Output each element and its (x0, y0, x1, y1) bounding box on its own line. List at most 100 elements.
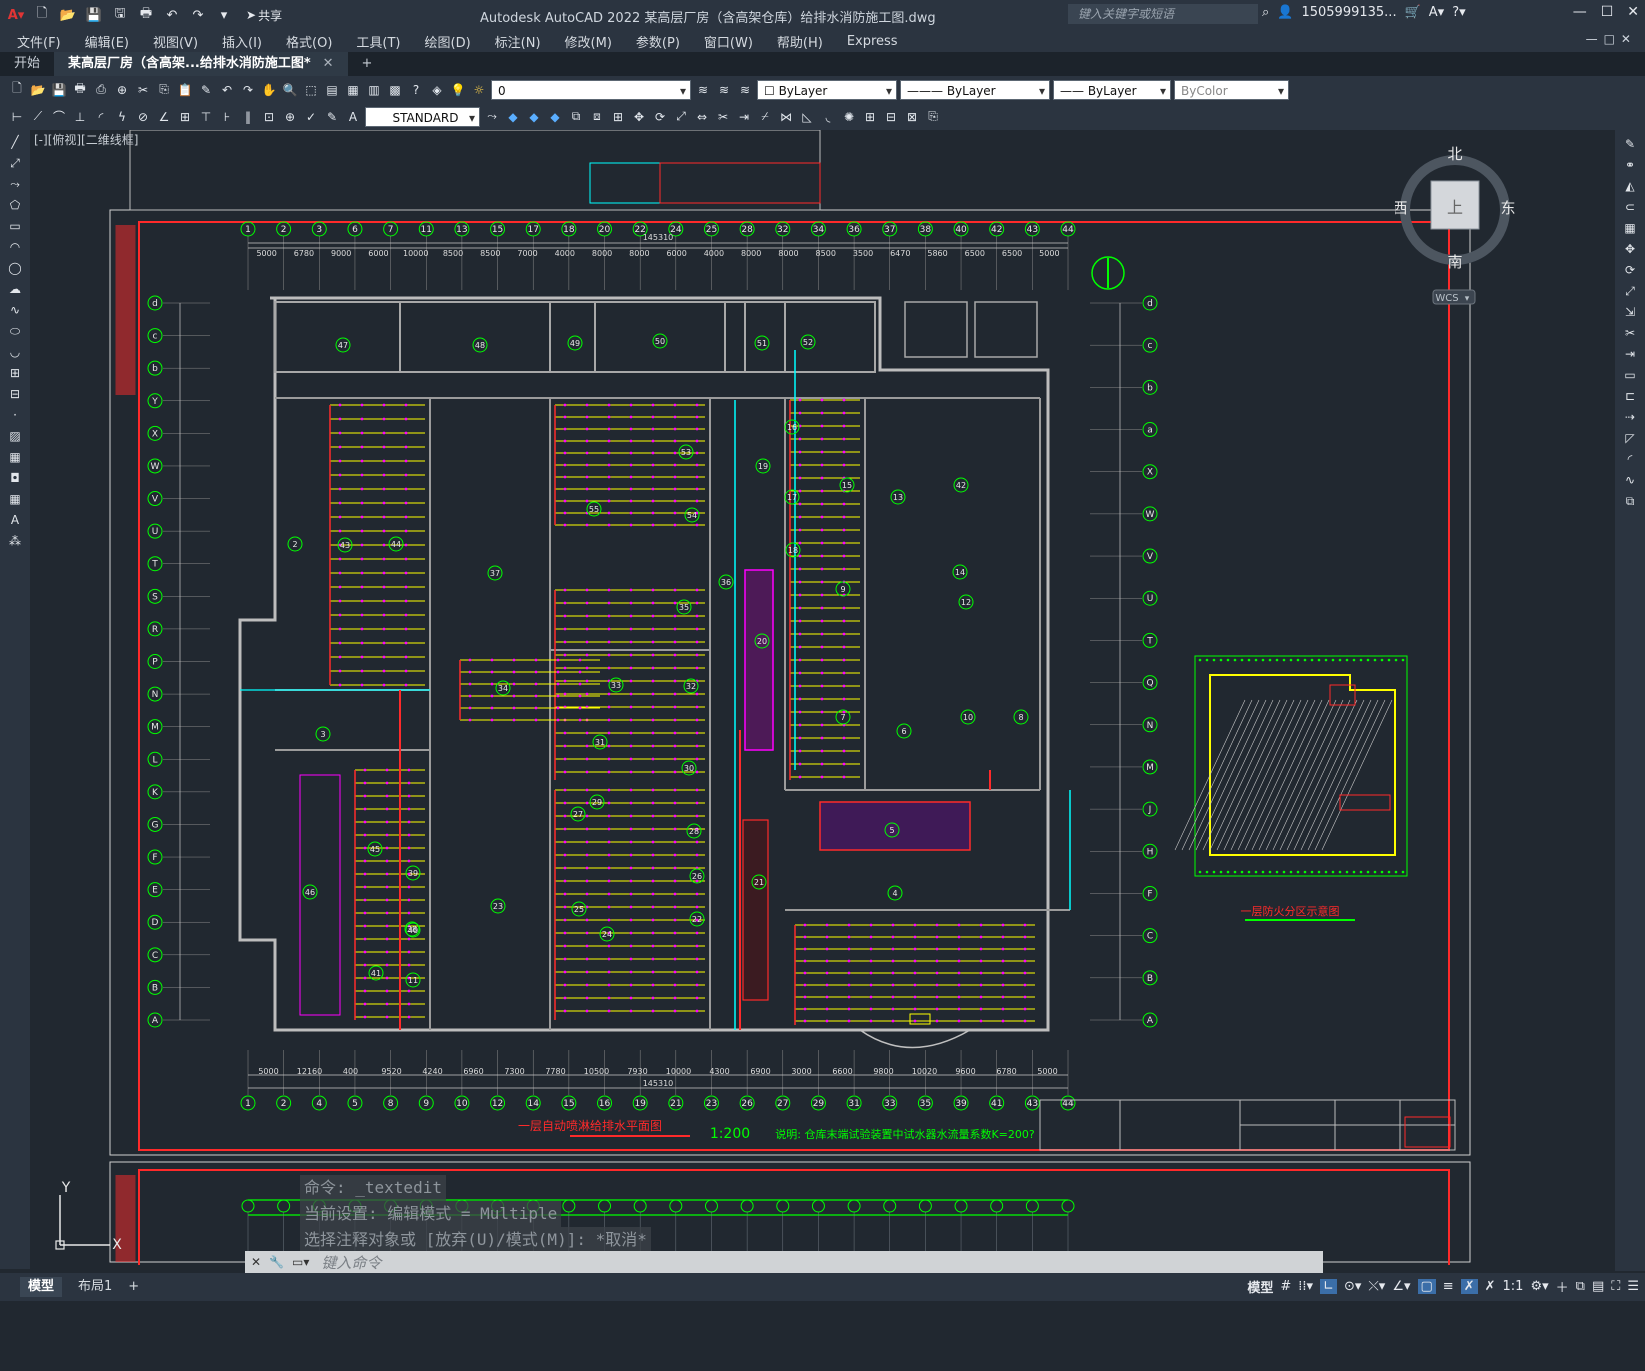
spline-icon[interactable]: ∿ (6, 302, 24, 318)
menu-item-11[interactable]: 帮助(H) (777, 32, 823, 51)
ellipse-icon[interactable]: ⬭ (6, 323, 24, 339)
menu-item-2[interactable]: 视图(V) (153, 32, 198, 51)
command-line[interactable]: ✕ 🔧 ▭▾ 键入命令 (245, 1251, 1323, 1273)
print-icon[interactable]: 🖶 (71, 81, 89, 99)
properties-icon[interactable]: ▤ (323, 81, 341, 99)
dim-jogged-icon[interactable]: ϟ (113, 108, 131, 126)
design-center-icon[interactable]: ▦ (344, 81, 362, 99)
layer-tool-1-icon[interactable]: ≋ (694, 81, 712, 99)
copy-object-icon[interactable]: ⚭ (1621, 157, 1639, 173)
insert-block-icon[interactable]: ⊞ (6, 365, 24, 381)
autodesk-app-icon[interactable]: A▾ (1429, 5, 1444, 20)
polygon-icon[interactable]: ⬠ (6, 197, 24, 213)
calculator-icon[interactable]: ▩ (386, 81, 404, 99)
qat-dropdown-icon[interactable]: ▾ (214, 5, 234, 25)
command-recent-icon[interactable]: ▭▾ (292, 1255, 309, 1269)
save-icon[interactable]: 💾 (84, 5, 104, 25)
polar-icon[interactable]: ⊙▾ (1344, 1279, 1361, 1294)
user-name[interactable]: 1505999135... (1301, 5, 1396, 20)
undo-icon[interactable]: ↶ (218, 81, 236, 99)
extend-icon[interactable]: ⇥ (735, 108, 753, 126)
tab-layout1[interactable]: 布局1 (70, 1277, 120, 1297)
dim-quick-icon[interactable]: ⊞ (176, 108, 194, 126)
mirror-object-icon[interactable]: ◭ (1621, 178, 1639, 194)
explode-object-icon[interactable]: ⧉ (1621, 493, 1639, 509)
layer-tool-3-icon[interactable]: ≋ (736, 81, 754, 99)
open-icon[interactable]: 📂 (29, 81, 47, 99)
floor-plan-drawing[interactable]: 1 2 3 6 7 11 13 15 17 18 20 22 24 25 28 32 34 36 37 38 40 42 4… (30, 130, 1610, 1265)
dim-edit-icon[interactable]: ✎ (323, 108, 341, 126)
break-object-icon[interactable]: ⊏ (1621, 388, 1639, 404)
menu-item-6[interactable]: 绘图(D) (425, 32, 471, 51)
new-tab-button[interactable]: + (348, 52, 387, 76)
viewcube[interactable]: 上 北 南 东 西 WCS ▾ (1395, 145, 1525, 315)
dim-continue-icon[interactable]: ⊦ (218, 108, 236, 126)
menu-item-12[interactable]: Express (847, 34, 898, 49)
menu-item-0[interactable]: 文件(F) (17, 32, 61, 51)
add-selected-icon[interactable]: ⁂ (6, 533, 24, 549)
copy-icon[interactable]: ⎘ (155, 81, 173, 99)
solid-box-icon[interactable]: ◆ (504, 108, 522, 126)
redo-icon[interactable]: ↷ (188, 5, 208, 25)
pan-icon[interactable]: ✋ (260, 81, 278, 99)
join-icon[interactable]: ⋈ (777, 108, 795, 126)
revcloud-icon[interactable]: ☁ (6, 281, 24, 297)
annotation-monitor-icon[interactable]: ＋ (1556, 1277, 1569, 1296)
autocad-logo-icon[interactable]: A▾ (6, 5, 26, 25)
stretch-object-icon[interactable]: ⇲ (1621, 304, 1639, 320)
tab-model[interactable]: 模型 (20, 1277, 63, 1297)
explode-icon[interactable]: ✺ (840, 108, 858, 126)
preview-icon[interactable]: ⎙ (92, 81, 110, 99)
menu-item-9[interactable]: 参数(P) (636, 32, 680, 51)
osnap-icon[interactable]: ▢ (1417, 1279, 1436, 1294)
compass-west[interactable]: 西 (1395, 199, 1408, 217)
dim-diameter-icon[interactable]: ⊘ (134, 108, 152, 126)
redo-icon[interactable]: ↷ (239, 81, 257, 99)
menu-item-7[interactable]: 标注(N) (495, 32, 541, 51)
dim-angular-icon[interactable]: ∠ (155, 108, 173, 126)
line-icon[interactable]: ╱ (6, 134, 24, 150)
compass-east[interactable]: 东 (1500, 199, 1515, 217)
cut-icon[interactable]: ✂ (134, 81, 152, 99)
share-button[interactable]: ➤ 共享 (246, 7, 282, 24)
matchprop-icon[interactable]: ✎ (197, 81, 215, 99)
layer-sun-icon[interactable]: ☼ (470, 81, 488, 99)
layer-dropdown[interactable]: 0 (491, 79, 691, 101)
dim-space-icon[interactable]: ‖ (239, 108, 257, 126)
units-icon[interactable]: ⧉ (1576, 1279, 1585, 1294)
blend-icon[interactable]: ∿ (1621, 472, 1639, 488)
save-icon[interactable]: 💾 (50, 81, 68, 99)
layer-manager-icon[interactable]: ◈ (428, 81, 446, 99)
layer-tool-2-icon[interactable]: ≋ (715, 81, 733, 99)
insert-block-icon[interactable]: ⊞ (861, 108, 879, 126)
mirror-icon[interactable]: ⧉ (567, 108, 585, 126)
move-icon[interactable]: ✥ (630, 108, 648, 126)
search-icon[interactable]: ⌕ (1262, 5, 1269, 20)
isodraft-icon[interactable]: ⤬▾ (1368, 1279, 1385, 1294)
help-icon[interactable]: ? (407, 81, 425, 99)
qnew-icon[interactable]: 🗋 (8, 81, 26, 99)
rectangle-icon[interactable]: ▭ (6, 218, 24, 234)
lineweight-icon[interactable]: ≡ (1443, 1279, 1454, 1294)
join-object-icon[interactable]: ⇢ (1621, 409, 1639, 425)
polyline-icon[interactable]: ⤳ (6, 176, 24, 192)
tool-palettes-icon[interactable]: ▥ (365, 81, 383, 99)
text-style-dropdown[interactable]: STANDARD (365, 106, 480, 128)
compass-north[interactable]: 北 (1447, 145, 1462, 163)
fillet-object-icon[interactable]: ◜ (1621, 451, 1639, 467)
menu-item-4[interactable]: 格式(O) (286, 32, 332, 51)
trim-icon[interactable]: ✂ (714, 108, 732, 126)
menu-item-8[interactable]: 修改(M) (565, 32, 612, 51)
plot-icon[interactable]: 🖶 (136, 5, 156, 25)
maximize-icon[interactable]: ☐ (1601, 4, 1614, 20)
annotation-visibility-icon[interactable]: ✗ (1485, 1279, 1496, 1294)
hatch-icon[interactable]: ▨ (6, 428, 24, 444)
center-mark-icon[interactable]: ⊕ (281, 108, 299, 126)
quick-properties-icon[interactable]: ▤ (1592, 1279, 1604, 1294)
workspace-gear-icon[interactable]: ⚙▾ (1530, 1279, 1548, 1294)
plotstyle-dropdown[interactable]: ByColor (1174, 79, 1289, 101)
extend-object-icon[interactable]: ⇥ (1621, 346, 1639, 362)
linetype-dropdown[interactable]: ——— ByLayer (900, 79, 1050, 101)
point-icon[interactable]: · (6, 407, 24, 423)
chamfer-icon[interactable]: ◺ (798, 108, 816, 126)
